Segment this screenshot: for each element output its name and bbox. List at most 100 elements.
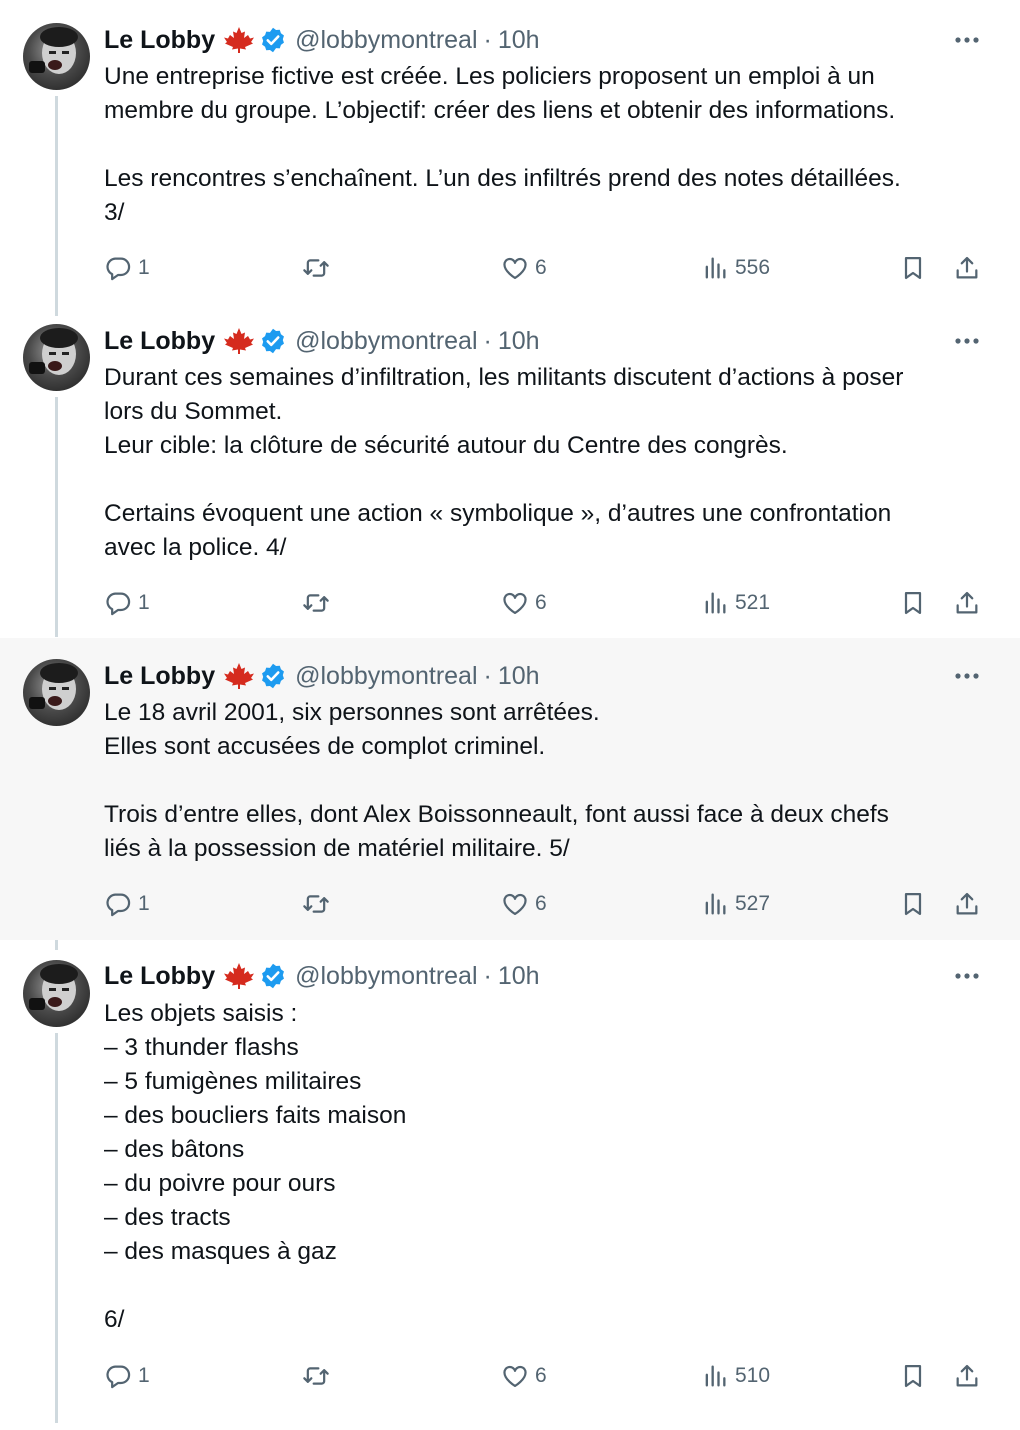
views-count: 510	[735, 1364, 771, 1387]
tweet[interactable]: Le Lobby @lobbymontreal · 10h Les objets…	[0, 940, 1020, 1430]
views-icon	[705, 893, 726, 915]
avatar[interactable]	[23, 659, 90, 726]
bookmark-icon	[904, 1364, 922, 1388]
share-icon	[956, 1364, 978, 1387]
verified-badge-icon	[262, 328, 285, 354]
share-button[interactable]	[953, 887, 981, 921]
share-button[interactable]	[953, 586, 981, 620]
author-handle[interactable]: @lobbymontreal	[295, 26, 477, 55]
timestamp[interactable]: 10h	[498, 662, 540, 691]
tweet-text: Une entreprise fictive est créée. Les po…	[104, 63, 901, 226]
repost-button[interactable]	[302, 887, 336, 921]
author-handle[interactable]: @lobbymontreal	[295, 662, 477, 691]
like-count: 6	[535, 591, 547, 614]
author-name[interactable]: Le Lobby	[104, 26, 215, 55]
views-icon	[705, 257, 726, 279]
reply-icon	[106, 257, 131, 281]
separator: ·	[483, 661, 492, 690]
author-handle[interactable]: @lobbymontreal	[295, 962, 477, 991]
tweet-header: Le Lobby @lobbymontreal · 10h	[104, 325, 540, 357]
more-button[interactable]	[952, 25, 982, 55]
timestamp[interactable]: 10h	[498, 26, 540, 55]
views-button[interactable]: 527	[701, 887, 770, 921]
separator: ·	[483, 25, 492, 54]
tweet[interactable]: Le Lobby @lobbymontreal · 10h Durant ces…	[0, 306, 1020, 638]
separator: ·	[483, 961, 492, 990]
like-button[interactable]: 6	[501, 1359, 547, 1393]
tweet-text: Les objets saisis : – 3 thunder flashs –…	[104, 1000, 407, 1333]
reply-button[interactable]: 1	[104, 251, 150, 285]
repost-button[interactable]	[302, 586, 336, 620]
reply-count: 1	[138, 892, 150, 915]
more-button[interactable]	[952, 661, 982, 691]
separator: ·	[483, 326, 492, 355]
views-button[interactable]: 556	[701, 251, 770, 285]
author-handle[interactable]: @lobbymontreal	[295, 327, 477, 356]
like-count: 6	[535, 256, 547, 279]
bookmark-button[interactable]	[899, 887, 927, 921]
views-count: 556	[735, 256, 771, 279]
bookmark-icon	[904, 892, 922, 916]
author-name[interactable]: Le Lobby	[104, 327, 215, 356]
reply-icon	[106, 893, 131, 917]
repost-icon	[303, 594, 329, 612]
maple-leaf-icon	[224, 963, 255, 989]
repost-button[interactable]	[302, 1359, 336, 1393]
reply-icon	[106, 1365, 131, 1389]
heart-icon	[503, 592, 527, 615]
avatar[interactable]	[23, 23, 90, 90]
bookmark-button[interactable]	[899, 586, 927, 620]
more-button[interactable]	[952, 326, 982, 356]
more-icon	[955, 973, 979, 979]
views-button[interactable]: 510	[701, 1359, 770, 1393]
tweet-text: Le 18 avril 2001, six personnes sont arr…	[104, 699, 889, 862]
views-count: 527	[735, 892, 771, 915]
timestamp[interactable]: 10h	[498, 327, 540, 356]
more-icon	[955, 37, 979, 43]
tweet-actions: 1 6 510	[104, 1359, 984, 1393]
maple-leaf-icon	[224, 663, 255, 689]
tweet-header: Le Lobby @lobbymontreal · 10h	[104, 660, 540, 692]
author-name[interactable]: Le Lobby	[104, 962, 215, 991]
tweet-header: Le Lobby @lobbymontreal · 10h	[104, 24, 540, 56]
reply-count: 1	[138, 256, 150, 279]
maple-leaf-icon	[224, 328, 255, 354]
avatar[interactable]	[23, 324, 90, 391]
reply-button[interactable]: 1	[104, 586, 150, 620]
share-icon	[956, 892, 978, 915]
share-icon	[956, 591, 978, 614]
timestamp[interactable]: 10h	[498, 962, 540, 991]
tweet-actions: 1 6 556	[104, 251, 984, 285]
repost-icon	[303, 895, 329, 913]
bookmark-icon	[904, 256, 922, 280]
share-button[interactable]	[953, 251, 981, 285]
like-count: 6	[535, 892, 547, 915]
more-icon	[955, 673, 979, 679]
author-name[interactable]: Le Lobby	[104, 662, 215, 691]
repost-button[interactable]	[302, 251, 336, 285]
share-button[interactable]	[953, 1359, 981, 1393]
verified-badge-icon	[262, 963, 285, 989]
tweet[interactable]: Le Lobby @lobbymontreal · 10h Une entrep…	[0, 0, 1020, 306]
heart-icon	[503, 893, 527, 916]
bookmark-button[interactable]	[899, 251, 927, 285]
views-icon	[705, 592, 726, 614]
views-icon	[705, 1365, 726, 1387]
tweet-header: Le Lobby @lobbymontreal · 10h	[104, 960, 540, 992]
repost-icon	[303, 259, 329, 277]
more-button[interactable]	[952, 961, 982, 991]
bookmark-icon	[904, 591, 922, 615]
like-button[interactable]: 6	[501, 251, 547, 285]
like-button[interactable]: 6	[501, 887, 547, 921]
views-count: 521	[735, 591, 771, 614]
bookmark-button[interactable]	[899, 1359, 927, 1393]
reply-button[interactable]: 1	[104, 887, 150, 921]
more-icon	[955, 338, 979, 344]
tweet[interactable]: Le Lobby @lobbymontreal · 10h Le 18 avri…	[0, 638, 1020, 940]
views-button[interactable]: 521	[701, 586, 770, 620]
like-count: 6	[535, 1364, 547, 1387]
avatar[interactable]	[23, 960, 90, 1027]
reply-count: 1	[138, 1364, 150, 1387]
reply-button[interactable]: 1	[104, 1359, 150, 1393]
like-button[interactable]: 6	[501, 586, 547, 620]
